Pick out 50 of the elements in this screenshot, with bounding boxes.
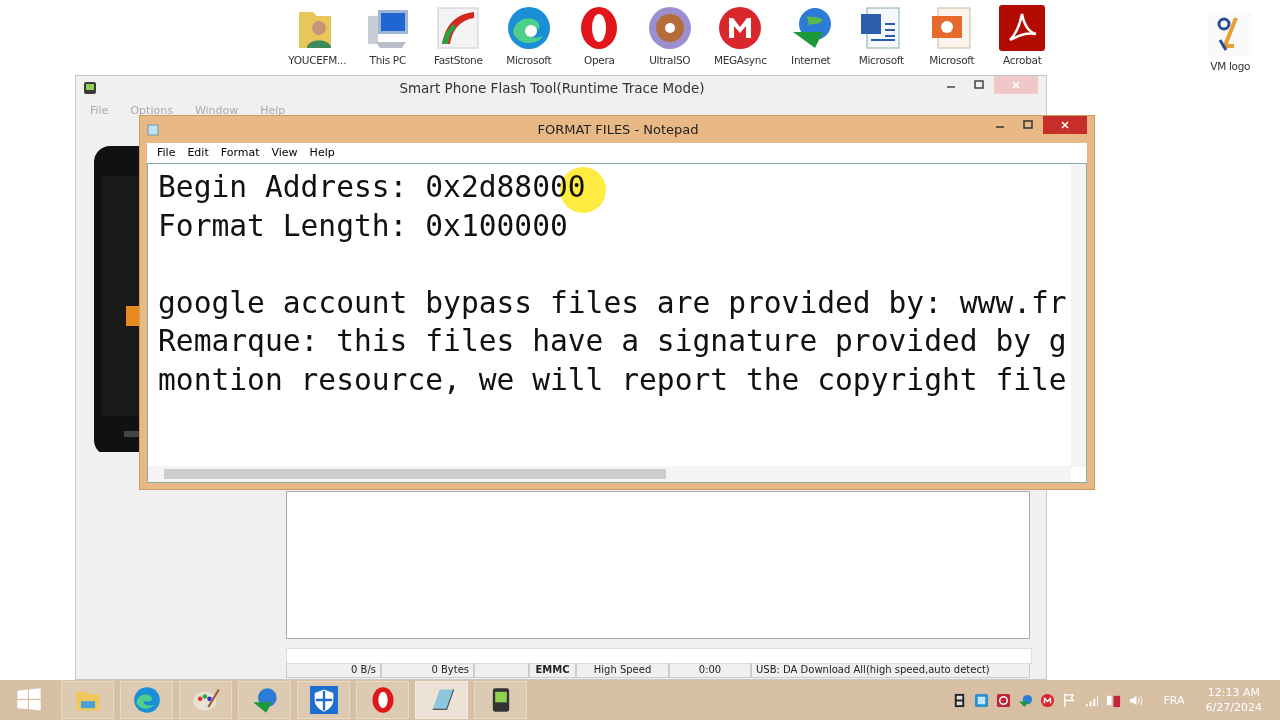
desktop-shortcut[interactable]: Opera [564, 4, 635, 66]
status-cell: USB: DA Download All(high speed,auto detect) [751, 663, 1030, 678]
close-icon [1011, 80, 1021, 90]
desktop-shortcut[interactable]: Acrobat [987, 4, 1058, 66]
close-button[interactable] [1043, 116, 1087, 134]
shield-icon [309, 686, 338, 714]
status-cell: EMMC [529, 663, 576, 678]
window-title: Smart Phone Flash Tool(Runtime Trace Mode) [398, 79, 706, 98]
app-tray-icon[interactable] [973, 692, 989, 708]
taskbar-button[interactable] [356, 681, 409, 719]
flag-icon[interactable] [1061, 692, 1077, 708]
desktop-shortcut[interactable]: Microsoft [846, 4, 917, 66]
desktop-shortcut[interactable]: Microsoft [916, 4, 987, 66]
status-cell: High Speed [576, 663, 669, 678]
desktop-shortcut[interactable]: YOUCEFM... [282, 4, 353, 66]
mega-icon[interactable] [1039, 692, 1055, 708]
status-cell: 0 B/s [286, 663, 381, 678]
status-cell: 0:00 [669, 663, 751, 678]
text-line: montion resource, we will report the copyright file [158, 361, 1067, 399]
globe-arrow-icon[interactable] [1017, 692, 1033, 708]
desktop-shortcut[interactable]: FastStone [423, 4, 494, 66]
text-line: Remarque: this files have a signature provided by g [158, 323, 1067, 360]
desktop-shortcut[interactable]: This PC [352, 4, 423, 66]
desktop-shortcut[interactable]: UltraISO [634, 4, 705, 66]
text-editor[interactable] [147, 163, 1087, 483]
vertical-scrollbar[interactable] [1071, 164, 1086, 467]
notepad-icon [147, 123, 159, 136]
horizontal-scrollbar[interactable] [148, 466, 1071, 482]
maximize-icon [974, 80, 984, 90]
menu-item[interactable]: Edit [181, 145, 215, 161]
text-line: google account bypass files are provided by: www.fr [158, 284, 1067, 322]
swirl-icon[interactable] [995, 692, 1011, 708]
close-icon [1060, 120, 1070, 130]
pdf-icon [998, 4, 1047, 52]
text-line: Format Length: 0x100000 [158, 207, 568, 245]
window-title: FORMAT FILES - Notepad [536, 121, 700, 139]
desktop-shortcut[interactable]: MEGAsync [705, 4, 776, 66]
status-cell: 0 Bytes [381, 663, 474, 678]
taskbar-button[interactable] [297, 681, 350, 719]
app-icon [84, 82, 96, 94]
edge-icon [132, 686, 161, 714]
taskbar-button[interactable] [474, 681, 527, 719]
desktop-shortcut[interactable]: Microsoft [493, 4, 564, 66]
desktop-shortcut[interactable]: VM logo [1195, 10, 1266, 72]
desktop-shortcut[interactable]: Internet [775, 4, 846, 66]
menu-item[interactable]: View [265, 145, 304, 161]
maximize-icon [1023, 120, 1033, 130]
menu-item[interactable]: File [151, 145, 182, 161]
menu-item[interactable]: Help [303, 145, 341, 161]
menu-item[interactable]: Format [214, 145, 266, 161]
